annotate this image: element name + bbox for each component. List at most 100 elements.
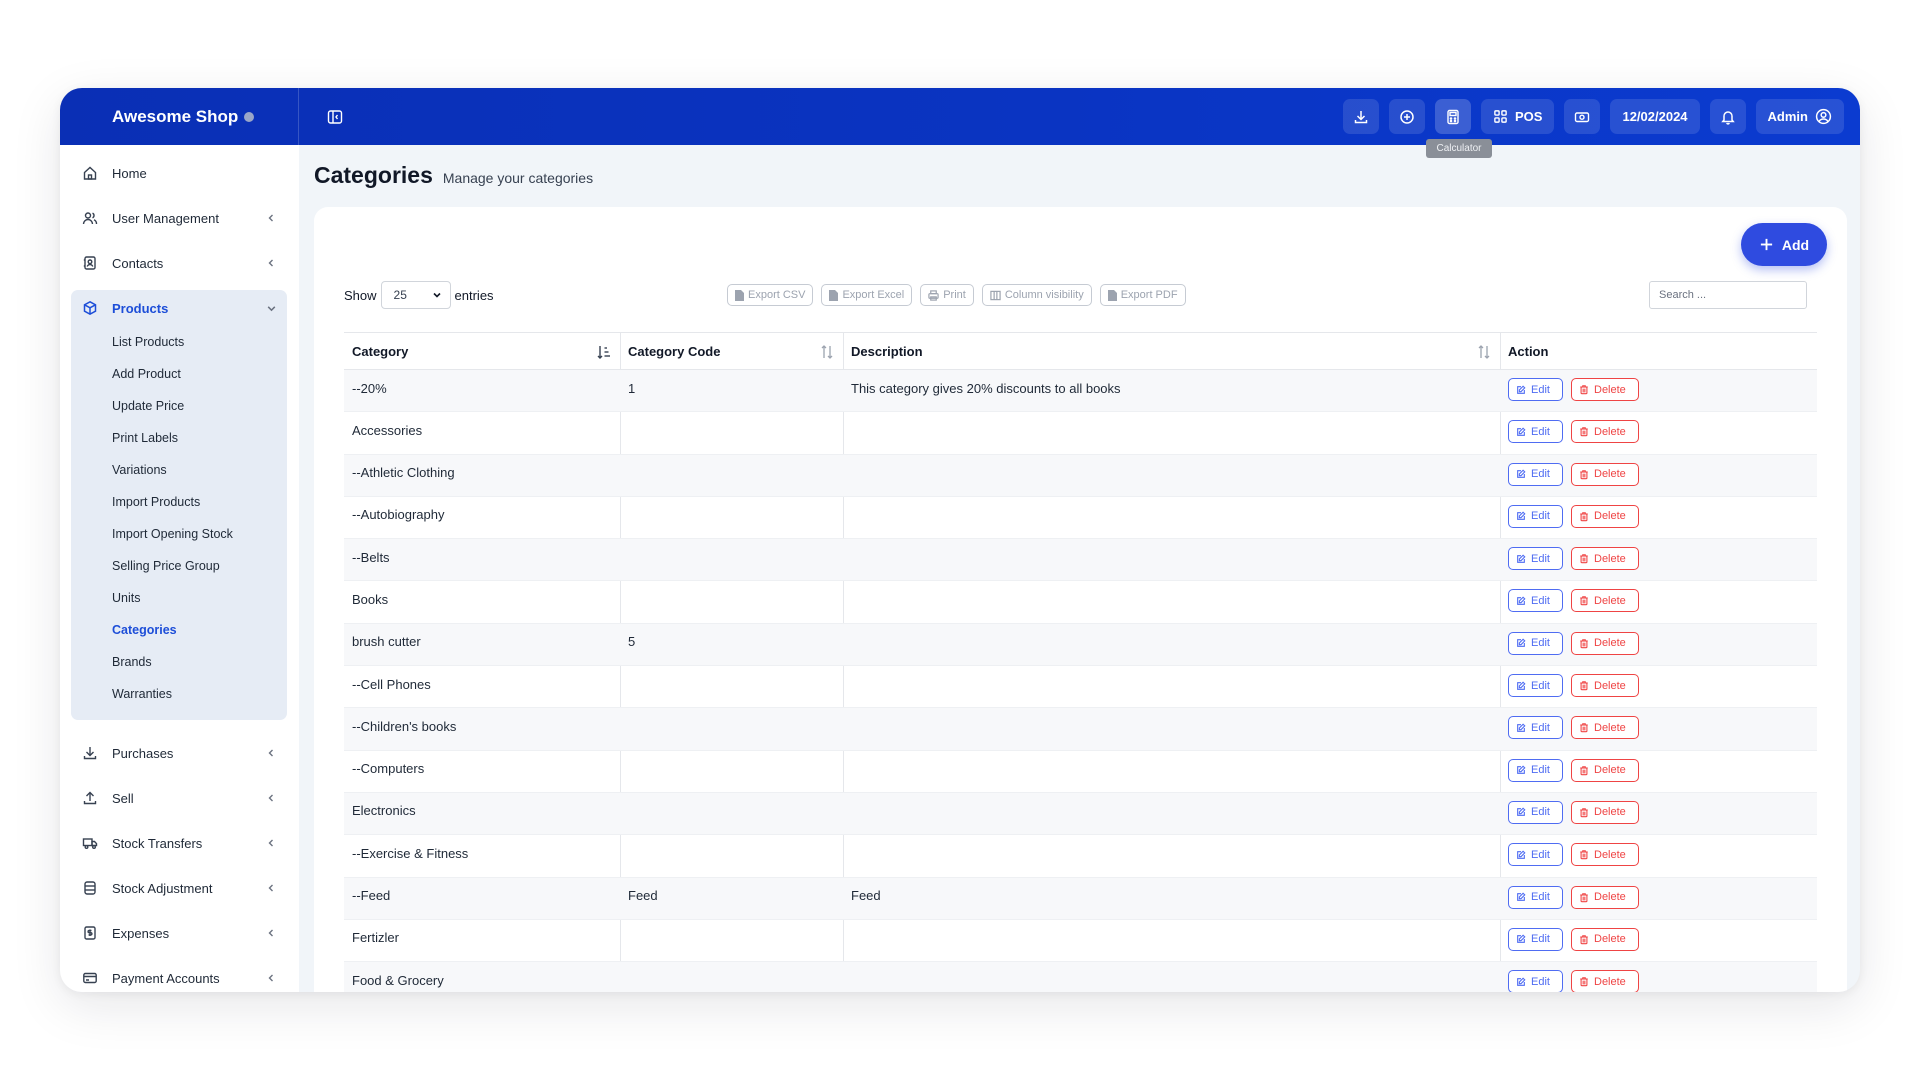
delete-button[interactable]: Delete — [1571, 716, 1639, 740]
cell-category-code — [620, 412, 843, 448]
download-button[interactable] — [1343, 99, 1379, 134]
admin-menu-button[interactable]: Admin — [1755, 99, 1844, 134]
search-placeholder: Search ... — [1659, 289, 1707, 301]
trash-icon — [1580, 469, 1588, 479]
edit-button[interactable]: Edit — [1508, 800, 1563, 824]
cash-register-button[interactable] — [1564, 99, 1601, 134]
edit-button[interactable]: Edit — [1508, 631, 1563, 655]
delete-button[interactable]: Delete — [1571, 674, 1639, 698]
delete-button[interactable]: Delete — [1571, 800, 1639, 824]
delete-button[interactable]: Delete — [1571, 885, 1639, 909]
delete-button[interactable]: Delete — [1571, 462, 1639, 486]
column-header-description[interactable]: Description — [843, 333, 1500, 370]
delete-label: Delete — [1594, 637, 1626, 650]
sidebar-item-label: Expenses — [112, 925, 170, 941]
export-pdf-button[interactable]: Export PDF — [1099, 284, 1186, 306]
delete-button[interactable]: Delete — [1571, 420, 1639, 444]
delete-button[interactable]: Delete — [1571, 843, 1639, 867]
sidebar-subitem-categories[interactable]: Categories — [112, 620, 177, 640]
edit-button[interactable]: Edit — [1508, 970, 1563, 992]
sidebar-item-stock-transfers[interactable]: Stock Transfers — [71, 825, 287, 861]
sidebar-item-stock-adjustment[interactable]: Stock Adjustment — [71, 870, 287, 906]
edit-label: Edit — [1531, 383, 1550, 396]
column-header-category[interactable]: Category — [344, 333, 620, 370]
add-circle-button[interactable] — [1389, 99, 1425, 134]
edit-button[interactable]: Edit — [1508, 462, 1563, 486]
notifications-button[interactable] — [1709, 99, 1746, 134]
delete-button[interactable]: Delete — [1571, 378, 1639, 401]
trash-icon — [1580, 427, 1588, 437]
column-visibility-button[interactable]: Column visibility — [981, 284, 1092, 306]
table-row: --Computers Edit Delete — [344, 751, 1817, 793]
delete-button[interactable]: Delete — [1571, 504, 1639, 528]
delete-button[interactable]: Delete — [1571, 758, 1639, 782]
show-label: Show — [344, 287, 377, 303]
edit-label: Edit — [1531, 764, 1550, 777]
sidebar-subitem-variations[interactable]: Variations — [112, 460, 167, 480]
sidebar-subitem-units[interactable]: Units — [112, 588, 140, 608]
sidebar-subitem-print-labels[interactable]: Print Labels — [112, 428, 178, 448]
cell-category: --Cell Phones — [352, 676, 431, 692]
sidebar-subitem-list-products[interactable]: List Products — [112, 332, 184, 352]
add-category-button[interactable]: Add — [1741, 223, 1827, 266]
row-actions: Edit Delete — [1508, 631, 1639, 655]
row-actions: Edit Delete — [1508, 843, 1639, 867]
edit-button[interactable]: Edit — [1508, 504, 1563, 528]
sidebar-subitem-update-price[interactable]: Update Price — [112, 396, 184, 416]
edit-button[interactable]: Edit — [1508, 885, 1563, 909]
row-actions: Edit Delete — [1508, 462, 1639, 486]
edit-button[interactable]: Edit — [1508, 674, 1563, 698]
chevron-left-icon — [264, 836, 278, 850]
delete-button[interactable]: Delete — [1571, 589, 1639, 613]
cell-category-code — [620, 708, 843, 744]
edit-button[interactable]: Edit — [1508, 378, 1563, 401]
sidebar-item-home[interactable]: Home — [71, 155, 287, 191]
edit-button[interactable]: Edit — [1508, 547, 1563, 571]
entries-select[interactable]: 25 — [380, 281, 451, 309]
sidebar-subitem-selling-price-group[interactable]: Selling Price Group — [112, 556, 220, 576]
delete-button[interactable]: Delete — [1571, 631, 1639, 655]
delete-button[interactable]: Delete — [1571, 547, 1639, 571]
cell-category: Electronics — [352, 803, 416, 819]
edit-button[interactable]: Edit — [1508, 843, 1563, 867]
sidebar-subitem-warranties[interactable]: Warranties — [112, 684, 172, 704]
brand[interactable]: Awesome Shop — [60, 88, 299, 145]
sidebar-subitem-import-opening-stock[interactable]: Import Opening Stock — [112, 524, 233, 544]
column-header-label: Category — [352, 344, 409, 359]
sidebar-item-sell[interactable]: Sell — [71, 780, 287, 816]
sidebar-item-products[interactable]: Products — [71, 290, 287, 326]
sidebar-item-contacts[interactable]: Contacts — [71, 245, 287, 281]
sidebar-subitem-add-product[interactable]: Add Product — [112, 364, 181, 384]
export-csv-button[interactable]: Export CSV — [727, 284, 814, 306]
sidebar-item-purchases[interactable]: Purchases — [71, 735, 287, 771]
edit-button[interactable]: Edit — [1508, 758, 1563, 782]
edit-icon — [1517, 892, 1526, 901]
pos-button[interactable]: POS — [1481, 99, 1555, 134]
export-excel-button[interactable]: Export Excel — [821, 284, 913, 306]
edit-button[interactable]: Edit — [1508, 589, 1563, 613]
edit-button[interactable]: Edit — [1508, 716, 1563, 740]
sidebar-subitem-brands[interactable]: Brands — [112, 652, 152, 672]
calculator-button[interactable] — [1435, 99, 1471, 134]
delete-button[interactable]: Delete — [1571, 970, 1639, 992]
sidebar-subitem-import-products[interactable]: Import Products — [112, 492, 200, 512]
trash-icon — [1580, 638, 1588, 648]
column-header-category-code[interactable]: Category Code — [620, 333, 843, 370]
edit-button[interactable]: Edit — [1508, 927, 1563, 951]
sidebar-item-user-management[interactable]: User Management — [71, 200, 287, 236]
search-input[interactable]: Search ... — [1649, 281, 1807, 309]
user-circle-icon — [1815, 108, 1832, 125]
sidebar-item-payment-accounts[interactable]: Payment Accounts — [71, 960, 287, 992]
sidebar-toggle-button[interactable] — [324, 106, 346, 128]
cell-category-code — [620, 666, 843, 702]
print-button[interactable]: Print — [920, 284, 974, 306]
sidebar-item-expenses[interactable]: Expenses — [71, 915, 287, 951]
column-visibility-label: Column visibility — [1004, 289, 1084, 301]
delete-button[interactable]: Delete — [1571, 927, 1639, 951]
cash-icon — [1575, 111, 1590, 122]
sort-ascending-icon — [597, 346, 610, 359]
cell-description — [843, 412, 1500, 448]
edit-button[interactable]: Edit — [1508, 420, 1563, 444]
row-actions: Edit Delete — [1508, 927, 1639, 951]
sidebar-item-label: Products — [112, 300, 169, 316]
